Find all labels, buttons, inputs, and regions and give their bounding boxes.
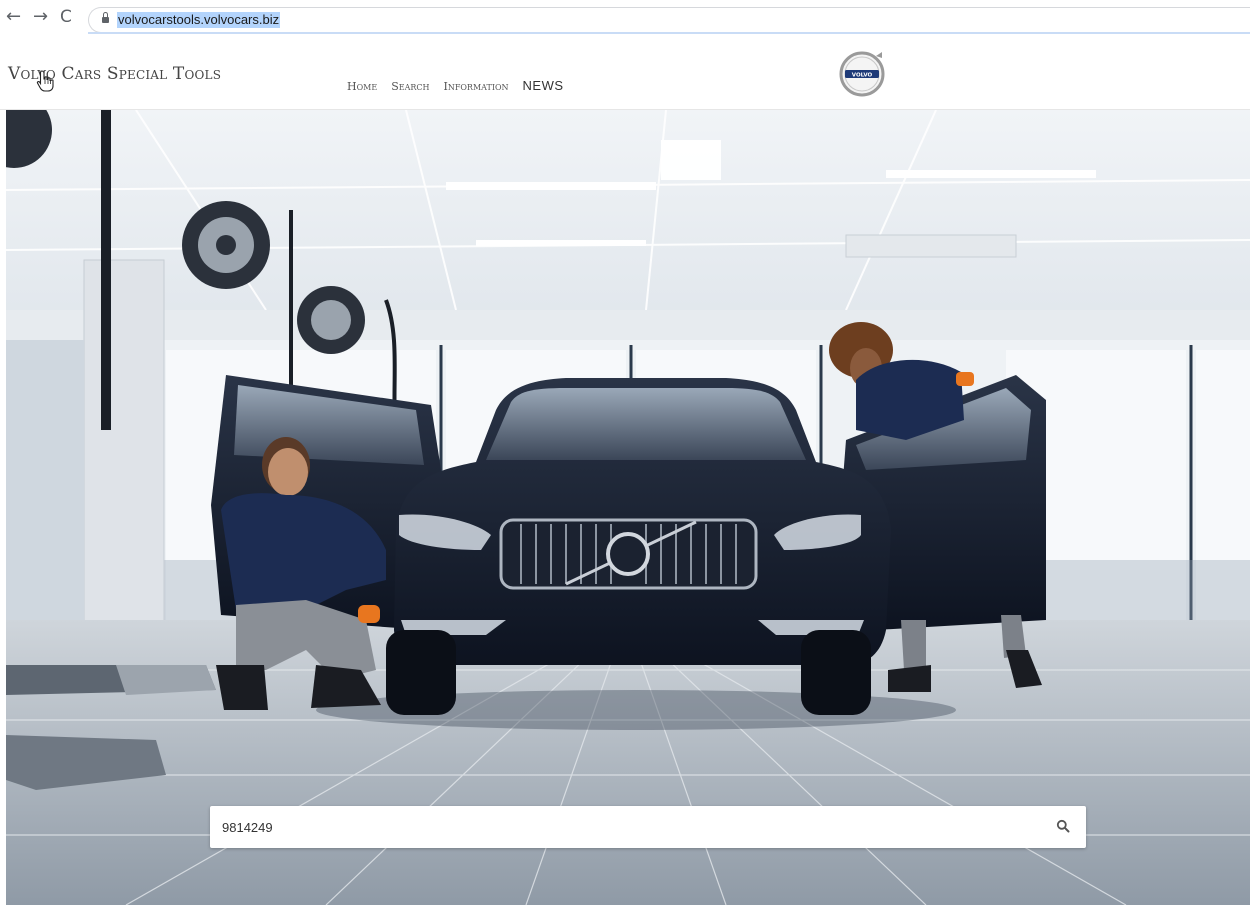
nav-search-link[interactable]: Search: [391, 80, 429, 93]
tool-search-box: [210, 806, 1086, 848]
search-icon[interactable]: [1056, 819, 1070, 833]
logo-wordmark: VOLVO: [852, 73, 873, 79]
tool-search-input[interactable]: [210, 806, 1030, 848]
workshop-scene-illustration: [6, 110, 1250, 905]
url-text[interactable]: volvocarstools.volvocars.biz: [117, 12, 281, 28]
nav-news-link[interactable]: NEWS: [523, 78, 564, 93]
back-arrow-icon[interactable]: ←: [6, 6, 21, 28]
nav-home-link[interactable]: Home: [347, 80, 377, 93]
browser-toolbar: ← → C volvocarstools.volvocars.biz: [0, 0, 1250, 36]
hand-cursor-icon: [36, 70, 54, 92]
reload-icon[interactable]: C: [60, 6, 72, 28]
address-bar-focus-line: [88, 32, 1250, 34]
main-nav: Home Search Information NEWS: [347, 78, 564, 93]
forward-arrow-icon[interactable]: →: [33, 6, 48, 28]
volvo-logo: VOLVO: [839, 51, 885, 97]
address-bar[interactable]: volvocarstools.volvocars.biz: [88, 7, 1250, 33]
nav-information-link[interactable]: Information: [443, 80, 508, 93]
hero-image: [6, 110, 1250, 905]
lock-icon: [102, 12, 109, 24]
site-header: Volvo Cars Special Tools Home Search Inf…: [0, 36, 1250, 110]
